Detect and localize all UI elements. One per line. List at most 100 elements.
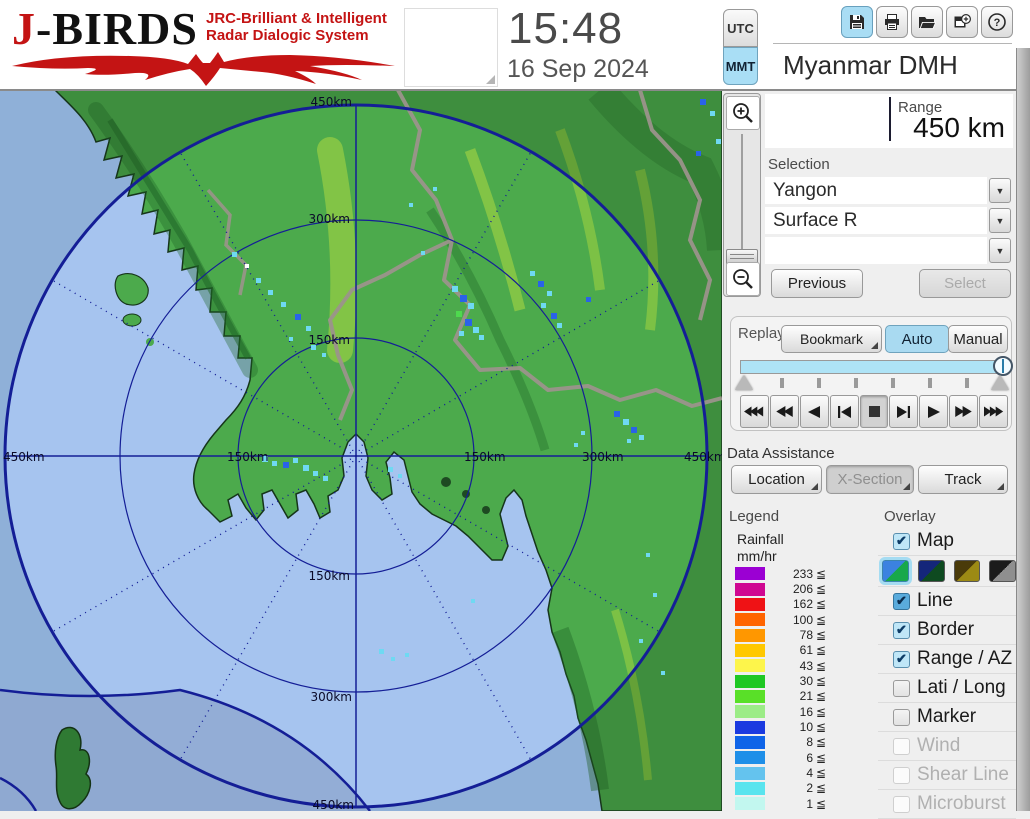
checkbox[interactable] — [893, 708, 910, 726]
save-button[interactable] — [841, 6, 873, 38]
location-button[interactable]: Location — [731, 465, 822, 494]
add-image-button[interactable] — [946, 6, 978, 38]
overlay-title: Overlay — [884, 508, 936, 525]
range-start-marker[interactable] — [735, 375, 753, 390]
product-dropdown: Surface R ▼ — [765, 207, 1013, 234]
overlay-item-shear-line[interactable]: Shear Line — [878, 761, 1016, 790]
overlay-item-microburst[interactable]: Microburst — [878, 790, 1016, 819]
radar-echo — [627, 439, 631, 443]
stop-button[interactable] — [859, 395, 889, 428]
radar-echo — [541, 303, 546, 308]
chevron-down-icon[interactable]: ▼ — [989, 178, 1011, 203]
print-button[interactable] — [876, 6, 908, 38]
legend-swatch — [735, 674, 765, 688]
rewind-button[interactable] — [769, 395, 799, 428]
resize-grip-icon[interactable] — [486, 75, 495, 84]
zoom-out-button[interactable] — [726, 262, 760, 296]
overlay-item-wind[interactable]: Wind — [878, 732, 1016, 761]
radar-echo — [293, 458, 298, 463]
auto-button[interactable]: Auto — [885, 325, 949, 353]
station-name: Myanmar DMH — [783, 50, 958, 80]
radar-echo — [614, 411, 620, 417]
checkbox[interactable]: ✔ — [893, 532, 910, 550]
checkbox[interactable] — [893, 679, 910, 697]
step-back-button[interactable] — [829, 395, 859, 428]
ring-label: 150km — [464, 450, 506, 464]
replay-slider-handle[interactable] — [993, 356, 1013, 376]
slider-tick — [965, 378, 969, 388]
option-dropdown-value[interactable] — [765, 237, 987, 264]
panel-scroll-strip[interactable] — [1016, 48, 1030, 811]
chevron-down-icon[interactable]: ▼ — [989, 238, 1011, 263]
legend-swatch — [735, 689, 765, 703]
print-icon — [885, 14, 899, 30]
range-value: 450 km — [913, 112, 1005, 143]
legend-swatch — [735, 705, 765, 719]
utc-button[interactable]: UTC — [723, 9, 758, 47]
legend-value: 4 — [806, 766, 813, 781]
overlay-item-border[interactable]: ✔ Border — [878, 616, 1016, 645]
overlay-item-range-az[interactable]: ✔ Range / AZ — [878, 645, 1016, 674]
radar-map[interactable]: 450km 300km 150km 150km 300km 450km 450km 150km… — [0, 90, 722, 811]
radar-echo — [421, 251, 425, 255]
x-section-button[interactable]: X-Section — [826, 465, 914, 494]
zoom-slider-track[interactable] — [741, 134, 743, 256]
map-style-swatch[interactable] — [879, 557, 912, 585]
checkbox[interactable]: ✔ — [893, 621, 910, 639]
forward-button[interactable] — [949, 395, 979, 428]
checkbox[interactable] — [893, 766, 910, 784]
legend-swatch — [735, 735, 765, 749]
ring-label: 300km — [310, 690, 352, 704]
step-forward-button[interactable] — [889, 395, 919, 428]
manual-button[interactable]: Manual — [948, 325, 1008, 353]
replay-slider-track[interactable] — [740, 360, 1007, 374]
map-style-swatch[interactable] — [989, 560, 1016, 582]
radar-echo — [538, 281, 544, 287]
radar-echo — [639, 435, 644, 440]
radar-echo — [388, 467, 393, 472]
radar-echo — [379, 649, 384, 654]
legend-row: 6 ≦ — [735, 750, 845, 765]
mmt-button[interactable]: MMT — [723, 47, 758, 85]
map-style-swatch[interactable] — [953, 560, 981, 582]
legend-unit: Rainfall mm/hr — [737, 531, 784, 564]
rewind-fast-button[interactable] — [740, 395, 769, 428]
previous-button[interactable]: Previous — [771, 269, 863, 298]
slider-tick — [928, 378, 932, 388]
bookmark-button[interactable]: Bookmark — [781, 325, 882, 353]
overlay-item-lati-long[interactable]: Lati / Long — [878, 674, 1016, 703]
legend-scale: 233 ≦ 206 ≦ 162 ≦ 100 ≦ 78 ≦ 61 ≦ 43 ≦ 30 ≦ 21 ≦ 16 ≦ 10 ≦ 8 ≦ 6… — [735, 566, 845, 812]
overlay-item-marker[interactable]: Marker — [878, 703, 1016, 732]
legend-swatch — [735, 766, 765, 780]
legend-value: 30 — [799, 674, 813, 689]
checkbox[interactable]: ✔ — [893, 650, 910, 668]
ring-label: 450km — [3, 450, 45, 464]
range-display: Range 450 km — [765, 94, 1013, 148]
radar-echo — [398, 474, 402, 478]
checkbox[interactable]: ✔ — [893, 592, 910, 610]
product-dropdown-value[interactable]: Surface R — [765, 207, 987, 234]
ring-label: 300km — [582, 450, 624, 464]
overlay-item-line[interactable]: ✔ Line — [878, 587, 1016, 616]
zoom-in-button[interactable] — [726, 96, 760, 130]
range-end-marker[interactable] — [991, 375, 1009, 390]
checkbox[interactable] — [893, 737, 910, 755]
station-dropdown-value[interactable]: Yangon — [765, 177, 987, 204]
forward-fast-button[interactable] — [979, 395, 1009, 428]
track-button[interactable]: Track — [918, 465, 1008, 494]
radar-echo — [574, 443, 578, 447]
open-folder-button[interactable] — [911, 6, 943, 38]
legend-value: 2 — [806, 781, 813, 796]
radar-echo — [557, 323, 562, 328]
select-button[interactable]: Select — [919, 269, 1011, 298]
legend-symbol: ≦ — [816, 674, 827, 689]
play-button[interactable] — [919, 395, 949, 428]
back-button[interactable] — [799, 395, 829, 428]
checkbox[interactable] — [893, 795, 910, 813]
legend-swatch — [735, 781, 765, 795]
chevron-down-icon[interactable]: ▼ — [989, 208, 1011, 233]
replay-label: Replay — [738, 325, 785, 342]
overlay-item-map[interactable]: ✔ Map — [878, 527, 1016, 556]
map-style-swatch[interactable] — [917, 560, 945, 582]
help-button[interactable]: ? — [981, 6, 1013, 38]
